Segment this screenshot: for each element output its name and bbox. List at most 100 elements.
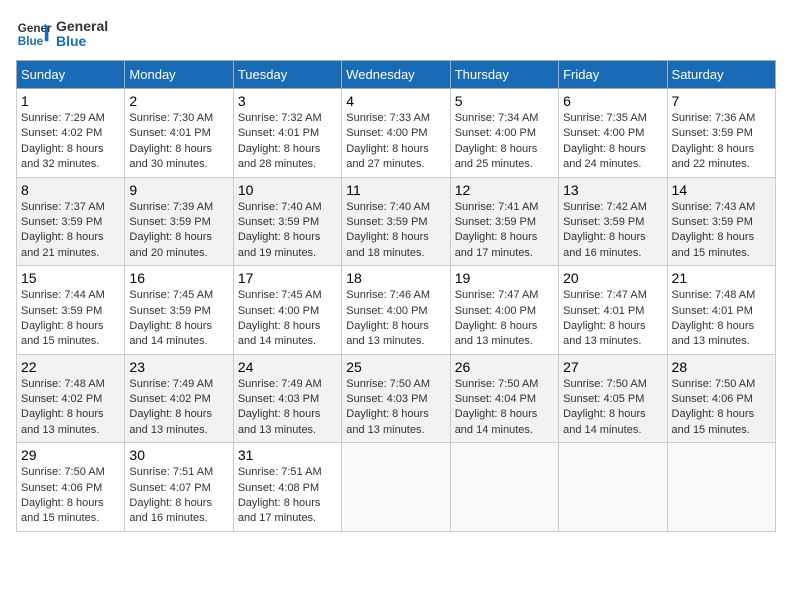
day-number: 17 <box>238 270 337 286</box>
calendar-week-row: 1 Sunrise: 7:29 AM Sunset: 4:02 PM Daylig… <box>17 89 776 178</box>
day-info: Sunrise: 7:51 AM Sunset: 4:08 PM Dayligh… <box>238 465 337 527</box>
weekday-header-thursday: Thursday <box>450 61 558 89</box>
day-number: 3 <box>238 93 337 109</box>
day-number: 6 <box>563 93 662 109</box>
day-number: 2 <box>129 93 228 109</box>
day-info: Sunrise: 7:36 AM Sunset: 3:59 PM Dayligh… <box>672 111 771 173</box>
svg-text:Blue: Blue <box>18 35 44 48</box>
calendar-cell: 10 Sunrise: 7:40 AM Sunset: 3:59 PM Dayli… <box>233 177 341 266</box>
calendar-table: SundayMondayTuesdayWednesdayThursdayFrid… <box>16 60 776 532</box>
day-number: 26 <box>455 359 554 375</box>
calendar-cell: 28Sunrise: 7:50 AM Sunset: 4:06 PM Dayli… <box>667 354 775 443</box>
calendar-cell: 5 Sunrise: 7:34 AM Sunset: 4:00 PM Daylig… <box>450 89 558 178</box>
day-number: 10 <box>238 182 337 198</box>
calendar-cell: 31 Sunrise: 7:51 AM Sunset: 4:08 PM Dayli… <box>233 443 341 532</box>
day-number: 24 <box>238 359 337 375</box>
day-number: 30 <box>129 447 228 463</box>
day-info: Sunrise: 7:30 AM Sunset: 4:01 PM Dayligh… <box>129 111 228 173</box>
day-number: 27 <box>563 359 662 375</box>
day-number: 4 <box>346 93 445 109</box>
day-number: 11 <box>346 182 445 198</box>
page-header: General Blue General Blue <box>16 16 776 52</box>
calendar-cell <box>342 443 450 532</box>
calendar-cell: 11 Sunrise: 7:40 AM Sunset: 3:59 PM Dayli… <box>342 177 450 266</box>
day-info: Sunrise: 7:37 AM Sunset: 3:59 PM Dayligh… <box>21 200 120 262</box>
logo-icon: General Blue <box>16 16 52 52</box>
weekday-header-friday: Friday <box>559 61 667 89</box>
day-number: 18 <box>346 270 445 286</box>
calendar-cell: 30 Sunrise: 7:51 AM Sunset: 4:07 PM Dayli… <box>125 443 233 532</box>
calendar-cell: 22 Sunrise: 7:48 AM Sunset: 4:02 PM Dayli… <box>17 354 125 443</box>
day-info: Sunrise: 7:40 AM Sunset: 3:59 PM Dayligh… <box>346 200 445 262</box>
day-info: Sunrise: 7:42 AM Sunset: 3:59 PM Dayligh… <box>563 200 662 262</box>
day-info: Sunrise: 7:50 AM Sunset: 4:03 PM Dayligh… <box>346 377 445 439</box>
day-info: Sunrise: 7:45 AM Sunset: 4:00 PM Dayligh… <box>238 288 337 350</box>
day-number: 31 <box>238 447 337 463</box>
logo: General Blue General Blue <box>16 16 108 52</box>
day-info: Sunrise: 7:40 AM Sunset: 3:59 PM Dayligh… <box>238 200 337 262</box>
day-info: Sunrise: 7:47 AM Sunset: 4:01 PM Dayligh… <box>563 288 662 350</box>
day-info: Sunrise: 7:35 AM Sunset: 4:00 PM Dayligh… <box>563 111 662 173</box>
day-number: 13 <box>563 182 662 198</box>
calendar-cell: 19 Sunrise: 7:47 AM Sunset: 4:00 PM Dayli… <box>450 266 558 355</box>
day-info: Sunrise: 7:48 AM Sunset: 4:01 PM Dayligh… <box>672 288 771 350</box>
calendar-cell: 15Sunrise: 7:44 AM Sunset: 3:59 PM Dayli… <box>17 266 125 355</box>
day-number: 16 <box>129 270 228 286</box>
day-number: 28 <box>672 359 771 375</box>
calendar-cell: 24Sunrise: 7:49 AM Sunset: 4:03 PM Dayli… <box>233 354 341 443</box>
calendar-cell: 29Sunrise: 7:50 AM Sunset: 4:06 PM Dayli… <box>17 443 125 532</box>
calendar-cell: 25 Sunrise: 7:50 AM Sunset: 4:03 PM Dayli… <box>342 354 450 443</box>
calendar-week-row: 29Sunrise: 7:50 AM Sunset: 4:06 PM Dayli… <box>17 443 776 532</box>
day-info: Sunrise: 7:33 AM Sunset: 4:00 PM Dayligh… <box>346 111 445 173</box>
calendar-cell: 8Sunrise: 7:37 AM Sunset: 3:59 PM Daylig… <box>17 177 125 266</box>
day-number: 25 <box>346 359 445 375</box>
day-number: 1 <box>21 93 120 109</box>
calendar-cell: 2 Sunrise: 7:30 AM Sunset: 4:01 PM Daylig… <box>125 89 233 178</box>
calendar-cell <box>667 443 775 532</box>
weekday-header-row: SundayMondayTuesdayWednesdayThursdayFrid… <box>17 61 776 89</box>
day-info: Sunrise: 7:50 AM Sunset: 4:04 PM Dayligh… <box>455 377 554 439</box>
calendar-cell <box>450 443 558 532</box>
day-info: Sunrise: 7:50 AM Sunset: 4:06 PM Dayligh… <box>21 465 120 527</box>
day-number: 21 <box>672 270 771 286</box>
day-number: 14 <box>672 182 771 198</box>
day-number: 7 <box>672 93 771 109</box>
day-info: Sunrise: 7:51 AM Sunset: 4:07 PM Dayligh… <box>129 465 228 527</box>
day-number: 5 <box>455 93 554 109</box>
calendar-week-row: 15Sunrise: 7:44 AM Sunset: 3:59 PM Dayli… <box>17 266 776 355</box>
calendar-cell: 17 Sunrise: 7:45 AM Sunset: 4:00 PM Dayli… <box>233 266 341 355</box>
day-info: Sunrise: 7:47 AM Sunset: 4:00 PM Dayligh… <box>455 288 554 350</box>
weekday-header-wednesday: Wednesday <box>342 61 450 89</box>
calendar-cell: 26 Sunrise: 7:50 AM Sunset: 4:04 PM Dayli… <box>450 354 558 443</box>
day-info: Sunrise: 7:39 AM Sunset: 3:59 PM Dayligh… <box>129 200 228 262</box>
calendar-week-row: 8Sunrise: 7:37 AM Sunset: 3:59 PM Daylig… <box>17 177 776 266</box>
calendar-cell: 20 Sunrise: 7:47 AM Sunset: 4:01 PM Dayli… <box>559 266 667 355</box>
calendar-cell: 16 Sunrise: 7:45 AM Sunset: 3:59 PM Dayli… <box>125 266 233 355</box>
day-info: Sunrise: 7:41 AM Sunset: 3:59 PM Dayligh… <box>455 200 554 262</box>
day-number: 12 <box>455 182 554 198</box>
day-number: 22 <box>21 359 120 375</box>
day-info: Sunrise: 7:45 AM Sunset: 3:59 PM Dayligh… <box>129 288 228 350</box>
day-info: Sunrise: 7:32 AM Sunset: 4:01 PM Dayligh… <box>238 111 337 173</box>
day-info: Sunrise: 7:34 AM Sunset: 4:00 PM Dayligh… <box>455 111 554 173</box>
calendar-cell: 14Sunrise: 7:43 AM Sunset: 3:59 PM Dayli… <box>667 177 775 266</box>
calendar-cell: 1 Sunrise: 7:29 AM Sunset: 4:02 PM Daylig… <box>17 89 125 178</box>
calendar-cell: 21 Sunrise: 7:48 AM Sunset: 4:01 PM Dayli… <box>667 266 775 355</box>
calendar-cell: 27 Sunrise: 7:50 AM Sunset: 4:05 PM Dayli… <box>559 354 667 443</box>
weekday-header-sunday: Sunday <box>17 61 125 89</box>
calendar-cell: 9 Sunrise: 7:39 AM Sunset: 3:59 PM Daylig… <box>125 177 233 266</box>
calendar-cell: 12 Sunrise: 7:41 AM Sunset: 3:59 PM Dayli… <box>450 177 558 266</box>
day-info: Sunrise: 7:50 AM Sunset: 4:05 PM Dayligh… <box>563 377 662 439</box>
day-info: Sunrise: 7:44 AM Sunset: 3:59 PM Dayligh… <box>21 288 120 350</box>
day-info: Sunrise: 7:46 AM Sunset: 4:00 PM Dayligh… <box>346 288 445 350</box>
day-info: Sunrise: 7:49 AM Sunset: 4:02 PM Dayligh… <box>129 377 228 439</box>
weekday-header-monday: Monday <box>125 61 233 89</box>
weekday-header-saturday: Saturday <box>667 61 775 89</box>
calendar-cell <box>559 443 667 532</box>
day-info: Sunrise: 7:48 AM Sunset: 4:02 PM Dayligh… <box>21 377 120 439</box>
day-info: Sunrise: 7:29 AM Sunset: 4:02 PM Dayligh… <box>21 111 120 173</box>
day-number: 19 <box>455 270 554 286</box>
day-number: 9 <box>129 182 228 198</box>
calendar-cell: 13 Sunrise: 7:42 AM Sunset: 3:59 PM Dayli… <box>559 177 667 266</box>
day-number: 20 <box>563 270 662 286</box>
